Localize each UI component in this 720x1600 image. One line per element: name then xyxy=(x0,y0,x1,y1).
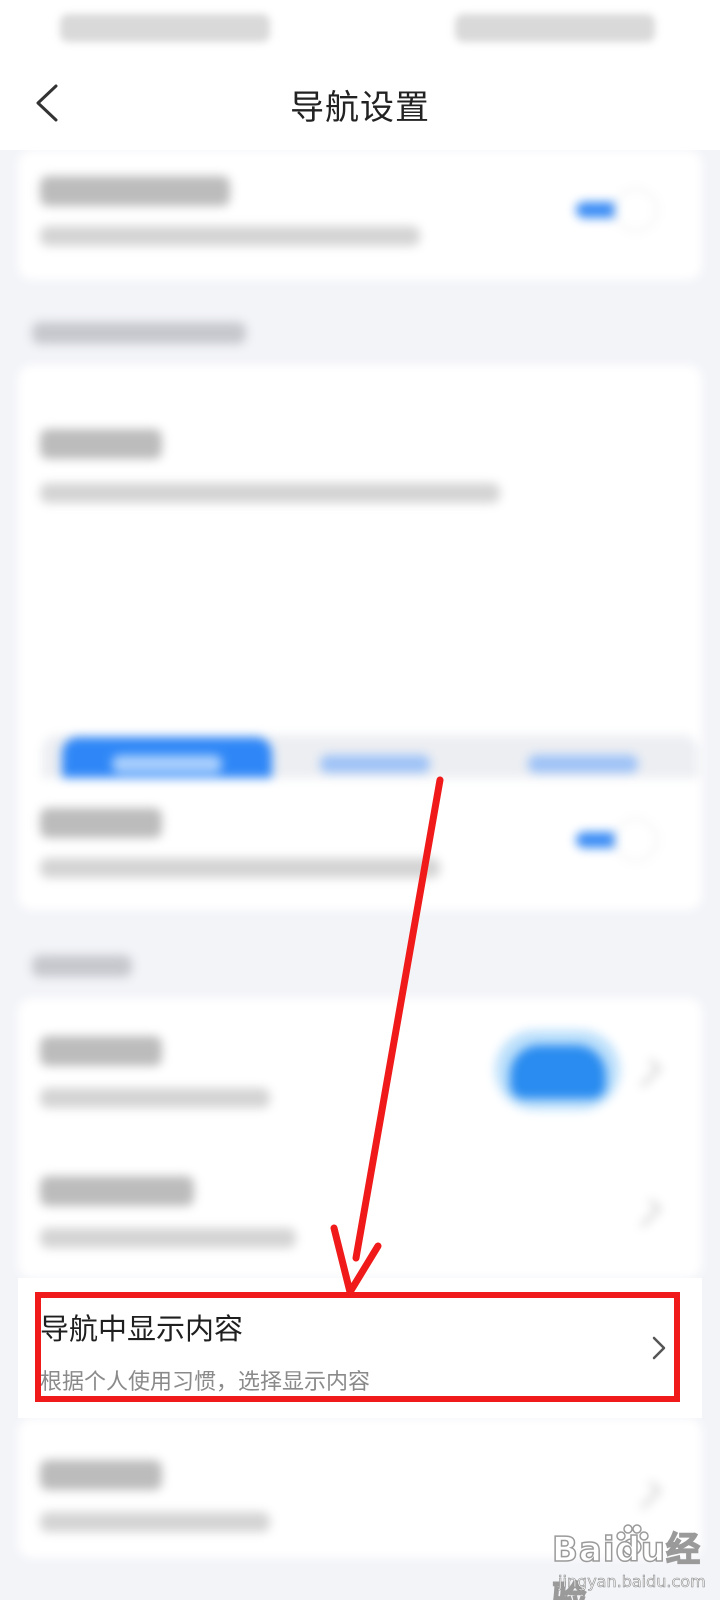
navigation-header: 导航设置 xyxy=(0,58,720,150)
blurred-settings-content xyxy=(0,150,720,1558)
settings-card-top xyxy=(18,150,702,280)
screen: 导航设置 导航中显示内容 根据个人使用习惯，选择显示内容 Baidu经验 jin… xyxy=(0,0,720,1600)
annotation-highlight-box xyxy=(35,1292,680,1402)
toggle-switch[interactable] xyxy=(574,188,658,232)
section-label xyxy=(32,955,132,977)
page-title: 导航设置 xyxy=(290,88,430,128)
section-label xyxy=(32,322,246,344)
segment-option[interactable] xyxy=(320,755,430,773)
settings-card-sound xyxy=(18,778,702,910)
status-bar xyxy=(0,0,720,58)
baidu-watermark: Baidu经验 jingyan.baidu.com xyxy=(548,1520,716,1600)
segment-option[interactable] xyxy=(528,755,638,773)
status-bar-battery-blurred xyxy=(455,14,655,42)
car-icon xyxy=(510,1045,606,1099)
toggle-switch[interactable] xyxy=(574,818,658,862)
status-bar-signal-blurred xyxy=(60,14,270,42)
watermark-url: jingyan.baidu.com xyxy=(558,1572,706,1592)
